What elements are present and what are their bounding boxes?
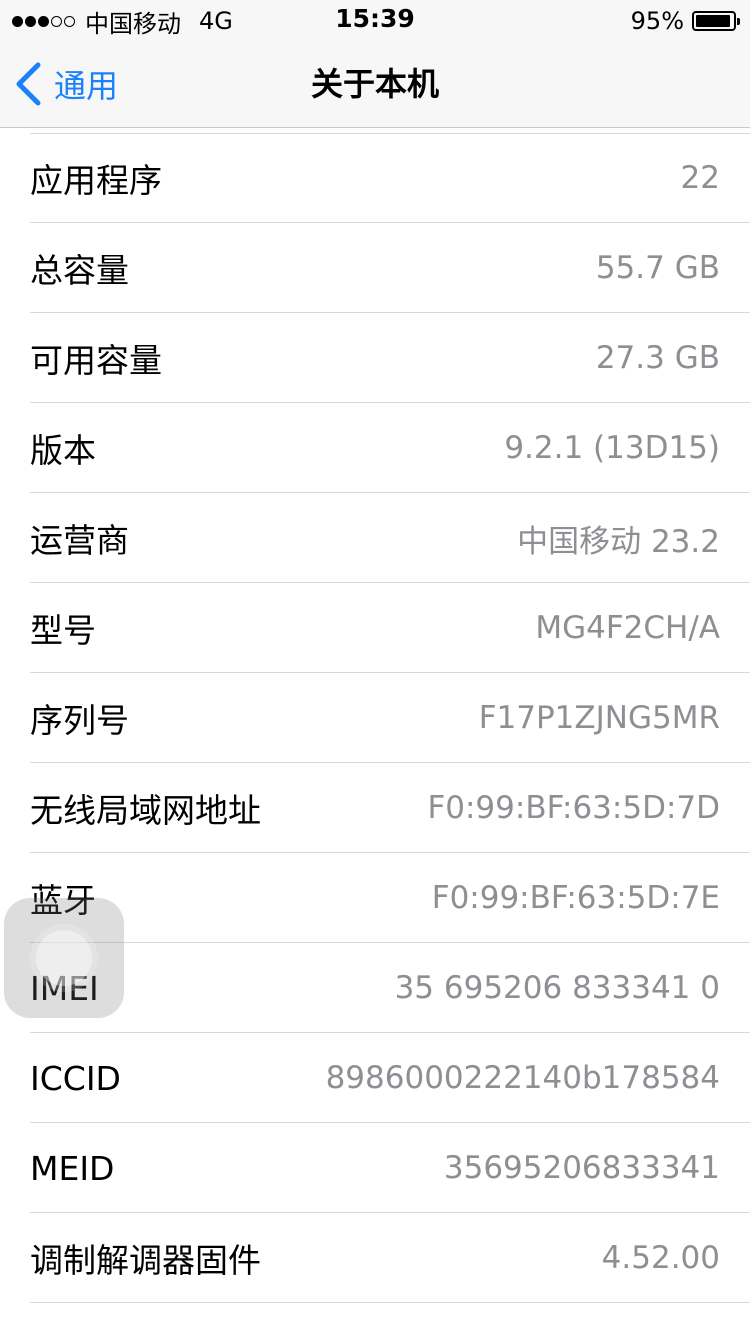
row-value: 8986000222140b178584 (325, 1060, 720, 1096)
info-row-available: 可用容量 27.3 GB (0, 313, 750, 403)
row-value: MG4F2CH/A (535, 610, 720, 646)
row-label: 序列号 (30, 701, 129, 740)
battery-fill (696, 15, 731, 27)
row-value: F0:99:BF:63:5D:7D (427, 790, 720, 826)
row-value: 中国移动 23.2 (517, 523, 720, 560)
row-value: 4.52.00 (601, 1240, 720, 1276)
about-screen: 中国移动 4G 15:39 95% 通用 关于本机 应用程序 22 总容量 55… (0, 0, 750, 1334)
navigation-bar: 通用 关于本机 (0, 40, 750, 128)
status-right: 95% (630, 6, 740, 36)
row-value: 27.3 GB (595, 340, 720, 376)
row-value: F17P1ZJNG5MR (478, 700, 720, 736)
battery-icon (692, 11, 740, 31)
status-bar: 中国移动 4G 15:39 95% (0, 0, 750, 40)
row-value: 9.2.1 (13D15) (504, 430, 720, 466)
info-row-capacity: 总容量 55.7 GB (0, 223, 750, 313)
info-row-model[interactable]: 型号 MG4F2CH/A (0, 583, 750, 673)
row-label: MEID (30, 1148, 115, 1188)
battery-tip (737, 18, 740, 25)
row-label: 无线局域网地址 (30, 791, 261, 830)
row-label: 版本 (30, 431, 96, 470)
row-label: 可用容量 (30, 341, 162, 380)
info-row-carrier[interactable]: 运营商 中国移动 23.2 (0, 493, 750, 583)
row-value: 35695206833341 (443, 1150, 720, 1186)
row-label: 型号 (30, 611, 96, 650)
row-label: 应用程序 (30, 161, 162, 200)
row-label: 总容量 (30, 251, 129, 290)
row-value: 55.7 GB (595, 250, 720, 286)
battery-percent: 95% (630, 7, 684, 35)
info-row-version[interactable]: 版本 9.2.1 (13D15) (0, 403, 750, 493)
assistive-touch-icon (36, 930, 92, 986)
info-row-apps: 应用程序 22 (0, 133, 750, 223)
row-label: ICCID (30, 1058, 121, 1098)
assistive-touch-button[interactable] (4, 898, 124, 1018)
row-value: F0:99:BF:63:5D:7E (431, 880, 720, 916)
page-title: 关于本机 (310, 65, 439, 103)
row-value: 22 (680, 160, 720, 196)
row-label: 调制解调器固件 (30, 1241, 261, 1280)
info-row-wifi-address[interactable]: 无线局域网地址 F0:99:BF:63:5D:7D (0, 763, 750, 853)
info-row-serial[interactable]: 序列号 F17P1ZJNG5MR (0, 673, 750, 763)
row-value: 35 695206 833341 0 (394, 970, 720, 1006)
info-row-meid[interactable]: MEID 35695206833341 (0, 1123, 750, 1213)
info-row-iccid[interactable]: ICCID 8986000222140b178584 (0, 1033, 750, 1123)
row-label: 运营商 (30, 521, 129, 560)
info-list: 应用程序 22 总容量 55.7 GB 可用容量 27.3 GB 版本 9.2.… (0, 133, 750, 1303)
info-row-modem-firmware[interactable]: 调制解调器固件 4.52.00 (0, 1213, 750, 1303)
